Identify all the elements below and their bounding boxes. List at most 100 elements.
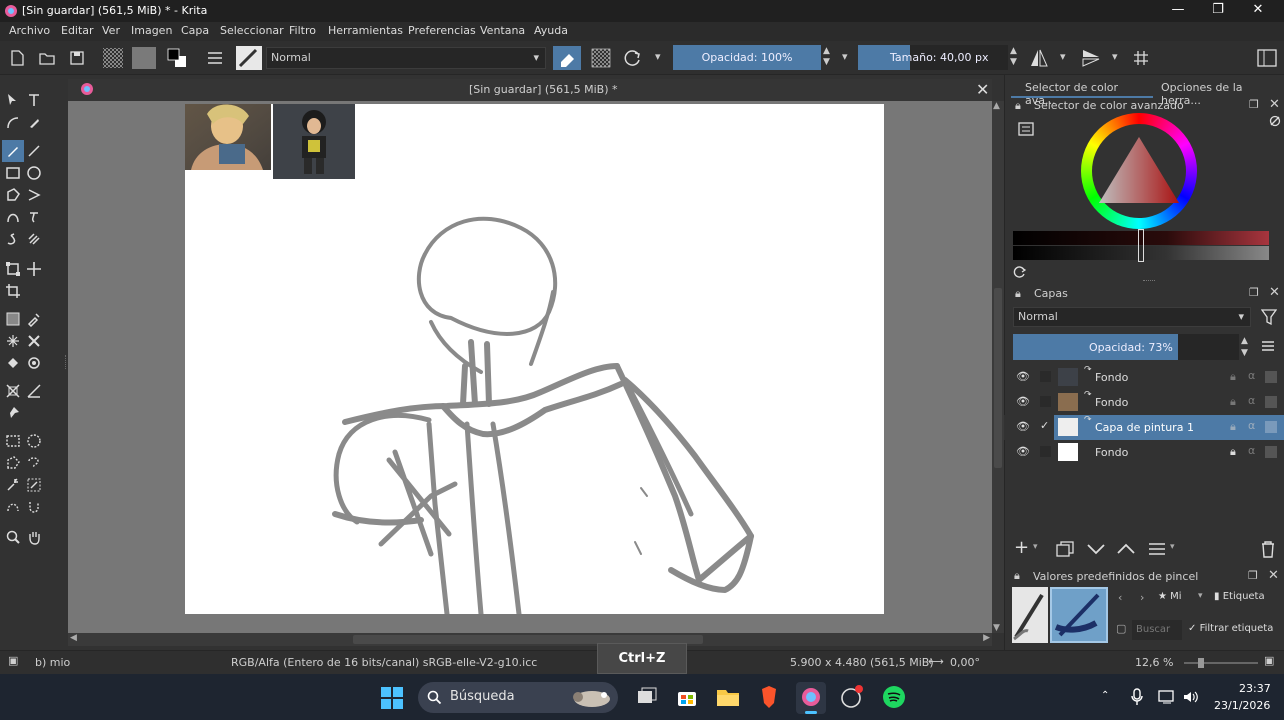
transform-tool-icon[interactable] <box>5 261 21 277</box>
eye-icon[interactable]: 👁︎ <box>1016 395 1030 408</box>
lock-icon[interactable]: 🔒︎ <box>1230 420 1236 434</box>
alpha-icon[interactable]: α <box>1248 444 1255 457</box>
menu-capa[interactable]: Capa <box>181 24 209 37</box>
enclose-fill-icon[interactable] <box>26 355 42 371</box>
brave-browser-icon[interactable] <box>758 685 780 709</box>
reference-images-icon[interactable] <box>5 405 21 421</box>
canvas-only-icon[interactable]: ▣ <box>1264 654 1274 667</box>
vertical-scroll-thumb[interactable] <box>994 288 1002 468</box>
alpha-icon[interactable]: α <box>1248 369 1255 382</box>
tag-button[interactable]: ▮ Etiqueta <box>1214 591 1282 609</box>
menu-preferencias[interactable]: Preferencias <box>408 24 476 37</box>
layer-row[interactable]: 👁︎ Fondo 🔒︎ α <box>1004 440 1284 465</box>
menu-seleccionar[interactable]: Seleccionar <box>220 24 284 37</box>
multibrush-icon[interactable] <box>26 231 42 247</box>
delete-layer-icon[interactable] <box>1260 540 1276 558</box>
scroll-left-icon[interactable]: ◀ <box>70 633 77 643</box>
assistant-tool-icon[interactable] <box>5 383 21 399</box>
menu-imagen[interactable]: Imagen <box>131 24 172 37</box>
saturation-triangle[interactable] <box>1095 133 1183 213</box>
fill-bucket-icon[interactable] <box>5 355 21 371</box>
ellipse-tool-icon[interactable] <box>26 165 42 181</box>
float-icon[interactable]: ❐ <box>1249 286 1259 299</box>
eye-icon[interactable]: 👁︎ <box>1016 420 1030 433</box>
close-window-icon[interactable]: ✕ <box>1238 2 1278 20</box>
menu-ver[interactable]: Ver <box>102 24 120 37</box>
color-space-info[interactable]: RGB/Alfa (Entero de 16 bits/canal) sRGB-… <box>231 656 537 669</box>
preset-prev-icon[interactable]: ‹ <box>1118 591 1122 604</box>
chevron-down-icon[interactable]: ▾ <box>842 50 848 63</box>
layer-options-menu-icon[interactable] <box>1261 340 1275 352</box>
menu-herramientas[interactable]: Herramientas <box>328 24 403 37</box>
clock-date[interactable]: 23/1/2026 <box>1214 699 1270 712</box>
smart-patch-icon[interactable] <box>5 333 21 349</box>
menu-ventana[interactable]: Ventana <box>480 24 525 37</box>
taskbar-krita-active[interactable] <box>796 682 826 714</box>
close-document-icon[interactable]: ✕ <box>976 80 989 99</box>
lock-icon[interactable]: 🔒︎ <box>1230 370 1236 384</box>
move-layer-up-icon[interactable] <box>1116 543 1136 555</box>
chevron-down-icon[interactable]: ▾ <box>1033 542 1038 552</box>
rect-select-icon[interactable] <box>5 433 21 449</box>
tab-color-selector[interactable]: Selector de color ava... <box>1011 78 1153 107</box>
task-view-icon[interactable] <box>636 687 658 707</box>
taskbar-search[interactable]: Búsqueda <box>418 682 618 713</box>
crop-tool-icon[interactable] <box>5 283 21 299</box>
text-tool-icon[interactable] <box>26 92 42 108</box>
horizontal-scrollbar[interactable]: ◀ ▶ <box>68 633 992 646</box>
microphone-icon[interactable] <box>1130 688 1144 706</box>
brush-preset-thumb-selected[interactable] <box>1050 587 1108 643</box>
docker-splitter[interactable] <box>1143 280 1155 283</box>
freehand-path-icon[interactable] <box>26 209 42 225</box>
pan-tool-icon[interactable] <box>26 529 42 545</box>
eraser-mode-button[interactable] <box>553 46 581 70</box>
menu-ayuda[interactable]: Ayuda <box>534 24 568 37</box>
magnetic-select-icon[interactable] <box>26 499 42 515</box>
line-tool-icon[interactable] <box>26 143 42 159</box>
measure-tool-icon[interactable] <box>26 383 42 399</box>
pattern-swatch[interactable] <box>132 47 156 69</box>
mirror-vertical-icon[interactable] <box>1080 47 1102 69</box>
fg-bg-color-icon[interactable] <box>166 47 188 69</box>
store-icon[interactable] <box>676 686 698 708</box>
bezier-select-icon[interactable] <box>5 499 21 515</box>
menu-archivo[interactable]: Archivo <box>9 24 50 37</box>
network-icon[interactable] <box>1158 689 1176 705</box>
open-folder-icon[interactable] <box>36 47 58 69</box>
move-tool-icon[interactable] <box>26 261 42 277</box>
maximize-icon[interactable]: ❐ <box>1198 2 1238 20</box>
polyline-tool-icon[interactable] <box>26 187 42 203</box>
color-picker-icon[interactable] <box>26 311 42 327</box>
filter-tag-checkbox[interactable]: ✓ Filtrar etiqueta <box>1188 623 1284 639</box>
ellipse-select-icon[interactable] <box>26 433 42 449</box>
lock-icon[interactable]: 🔒︎ <box>1014 569 1020 583</box>
calligraphy-icon[interactable] <box>26 115 42 131</box>
save-icon[interactable] <box>66 47 88 69</box>
volume-icon[interactable] <box>1182 689 1200 705</box>
move-layer-down-icon[interactable] <box>1086 543 1106 555</box>
preset-next-icon[interactable]: › <box>1140 591 1144 604</box>
close-docker-icon[interactable]: ✕ <box>1269 97 1280 112</box>
layer-opacity-spin[interactable]: ▲ ▼ <box>1241 335 1248 359</box>
reset-icon[interactable] <box>1269 115 1281 127</box>
bezier-tool-icon[interactable] <box>5 209 21 225</box>
drawing-canvas[interactable] <box>185 104 884 614</box>
float-icon[interactable]: ❐ <box>1249 98 1259 111</box>
brush-status-icon[interactable]: ▣ <box>8 654 18 667</box>
similar-select-icon[interactable] <box>26 477 42 493</box>
duplicate-layer-icon[interactable] <box>1056 541 1074 557</box>
rotation-icon[interactable]: ⟷ <box>928 655 944 668</box>
brush-settings-icon[interactable] <box>204 47 226 69</box>
scroll-down-icon[interactable]: ▼ <box>993 623 1000 633</box>
file-explorer-icon[interactable] <box>716 686 740 708</box>
brush-preset-icon[interactable] <box>236 46 262 70</box>
inherit-alpha-icon[interactable] <box>1265 446 1277 458</box>
add-layer-icon[interactable]: + <box>1014 537 1029 558</box>
tray-expand-icon[interactable]: ⌃ <box>1101 690 1109 701</box>
eye-icon[interactable]: 👁︎ <box>1016 445 1030 458</box>
workspace-icon[interactable] <box>1256 47 1278 69</box>
spotify-icon[interactable] <box>882 685 906 709</box>
scroll-right-icon[interactable]: ▶ <box>983 633 990 643</box>
layer-row-selected[interactable]: ↷ Capa de pintura 1 🔒︎ α <box>1054 415 1284 440</box>
gradient-icon[interactable] <box>102 47 124 69</box>
